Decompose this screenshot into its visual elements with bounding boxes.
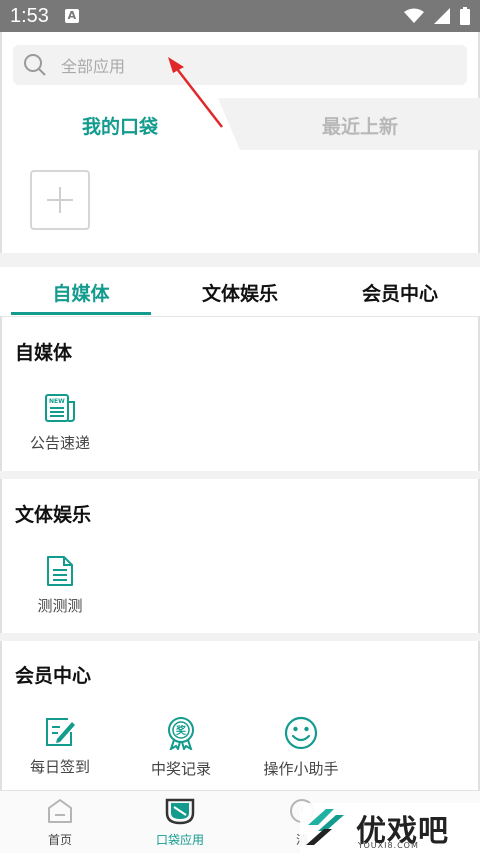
signal-icon	[434, 8, 450, 24]
app-label: 操作小助手	[263, 760, 339, 778]
tab-member-center[interactable]: 会员中心	[330, 279, 470, 306]
section-title-entertainment: 文体娱乐	[15, 504, 92, 526]
add-app-button[interactable]	[30, 170, 90, 230]
nav-label: 首页	[47, 833, 72, 847]
status-bar: 1:53 A	[0, 0, 480, 32]
svg-text:NEW: NEW	[49, 398, 65, 405]
nav-pocket-apps[interactable]: 口袋应用	[140, 797, 220, 848]
tab-self-media[interactable]: 自媒体	[11, 279, 151, 306]
sign-in-icon	[46, 718, 75, 746]
app-label: 每日签到	[29, 758, 90, 776]
wifi-icon	[404, 8, 424, 23]
award-ribbon-icon: 奖	[168, 717, 194, 750]
active-tab-indicator	[11, 312, 151, 315]
category-tabs: 自媒体 文体娱乐 会员中心	[0, 267, 480, 317]
plus-icon	[47, 187, 73, 213]
watermark-logo: 优戏吧 YOUXI8.COM	[300, 803, 480, 853]
status-time: 1:53	[10, 4, 49, 27]
app-label: 中奖记录	[150, 760, 211, 778]
pocket-tabs: 我的口袋 最近上新	[0, 98, 480, 150]
notification-badge: A	[64, 9, 79, 23]
app-assistant[interactable]: 操作小助手	[246, 716, 356, 779]
app-prize-records[interactable]: 奖 中奖记录	[126, 716, 236, 779]
status-icons	[404, 7, 470, 25]
award-badge-text: 奖	[176, 724, 187, 737]
search-input[interactable]: 全部应用	[13, 45, 467, 85]
section-title-self-media: 自媒体	[15, 342, 73, 364]
divider-band	[0, 253, 480, 267]
newspaper-icon: NEW	[45, 394, 75, 422]
search-placeholder: 全部应用	[61, 57, 126, 76]
section-separator	[0, 471, 480, 479]
watermark-logo-icon	[306, 809, 344, 845]
nav-home[interactable]: 首页	[20, 797, 100, 848]
nav-label: 口袋应用	[155, 833, 204, 847]
smiley-icon	[284, 716, 318, 750]
battery-icon	[460, 7, 470, 25]
section-title-member-center: 会员中心	[15, 665, 92, 687]
pocket-icon	[165, 798, 195, 825]
app-label: 公告速递	[29, 434, 90, 452]
tab-my-pocket[interactable]: 我的口袋	[40, 112, 200, 139]
search-icon	[24, 54, 46, 76]
app-label: 测测测	[37, 597, 83, 615]
home-icon	[48, 799, 72, 823]
app-quiz[interactable]: 测测测	[5, 555, 115, 616]
section-separator	[0, 633, 480, 641]
watermark-subtext: YOUXI8.COM	[358, 841, 419, 850]
document-icon	[47, 556, 73, 586]
tab-entertainment[interactable]: 文体娱乐	[170, 279, 310, 306]
app-announcement[interactable]: NEW 公告速递	[5, 392, 115, 453]
tab-latest[interactable]: 最近上新	[270, 112, 450, 139]
app-daily-sign-in[interactable]: 每日签到	[5, 716, 115, 777]
